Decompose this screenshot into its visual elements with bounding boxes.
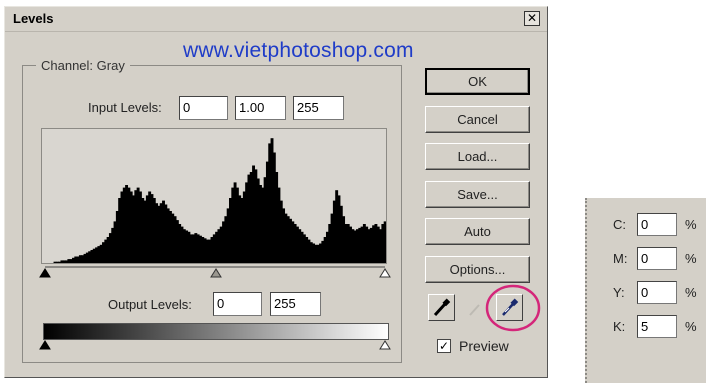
info-unit-2: % xyxy=(685,285,697,300)
cancel-button[interactable]: Cancel xyxy=(425,106,530,133)
output-slider[interactable] xyxy=(38,339,394,353)
save-button[interactable]: Save... xyxy=(425,181,530,208)
info-unit-1: % xyxy=(685,251,697,266)
check-icon: ✓ xyxy=(438,339,450,353)
highlight-circle xyxy=(485,284,541,332)
input-gamma-handle[interactable] xyxy=(210,268,222,278)
info-unit-0: % xyxy=(685,217,697,232)
input-levels-label: Input Levels: xyxy=(88,100,162,115)
channel-label: Channel: xyxy=(41,58,94,73)
info-label-1: M: xyxy=(613,251,628,266)
ok-button[interactable]: OK xyxy=(425,68,530,95)
input-black-field[interactable]: 0 xyxy=(179,96,228,120)
output-black-field[interactable]: 0 xyxy=(213,292,262,316)
input-white-handle[interactable] xyxy=(379,268,391,278)
histogram-chart xyxy=(53,138,386,263)
input-slider[interactable] xyxy=(38,264,394,280)
panel-edge xyxy=(585,198,593,383)
info-value-field-1: 0 xyxy=(637,247,677,270)
close-icon: ✕ xyxy=(526,11,538,25)
histogram-panel xyxy=(41,128,387,264)
histogram-bar xyxy=(383,221,386,263)
close-button[interactable]: ✕ xyxy=(524,11,540,26)
info-label-3: K: xyxy=(613,319,626,334)
black-eyedropper-button[interactable] xyxy=(428,294,455,321)
info-value-field-2: 0 xyxy=(637,281,677,304)
preview-checkbox[interactable]: ✓ xyxy=(437,339,451,353)
output-gradient-bar xyxy=(43,323,389,340)
input-white-field[interactable]: 255 xyxy=(293,96,344,120)
info-value-field-0: 0 xyxy=(637,213,677,236)
info-value-field-3: 5 xyxy=(637,315,677,338)
dialog-title: Levels xyxy=(13,11,54,26)
output-white-field[interactable]: 255 xyxy=(270,292,321,316)
load-button[interactable]: Load... xyxy=(425,143,530,170)
input-black-handle[interactable] xyxy=(39,268,51,278)
info-label-2: Y: xyxy=(613,285,625,300)
output-black-handle[interactable] xyxy=(39,340,51,350)
preview-label: Preview xyxy=(459,338,509,354)
info-label-0: C: xyxy=(613,217,626,232)
title-bar[interactable]: Levels ✕ xyxy=(5,7,547,32)
info-unit-3: % xyxy=(685,319,697,334)
black-eyedropper-icon xyxy=(433,298,451,317)
watermark-text: www.vietphotoshop.com xyxy=(183,39,414,62)
channel-legend[interactable]: Channel: Gray xyxy=(36,58,130,73)
output-white-handle[interactable] xyxy=(379,340,391,350)
auto-button[interactable]: Auto xyxy=(425,218,530,245)
channel-value[interactable]: Gray xyxy=(97,58,125,73)
output-levels-label: Output Levels: xyxy=(108,297,192,312)
options-button[interactable]: Options... xyxy=(425,256,530,283)
info-panel: C: 0% M: 0% Y: 0% K: 5% xyxy=(585,198,706,383)
input-gamma-field[interactable]: 1.00 xyxy=(235,96,286,120)
